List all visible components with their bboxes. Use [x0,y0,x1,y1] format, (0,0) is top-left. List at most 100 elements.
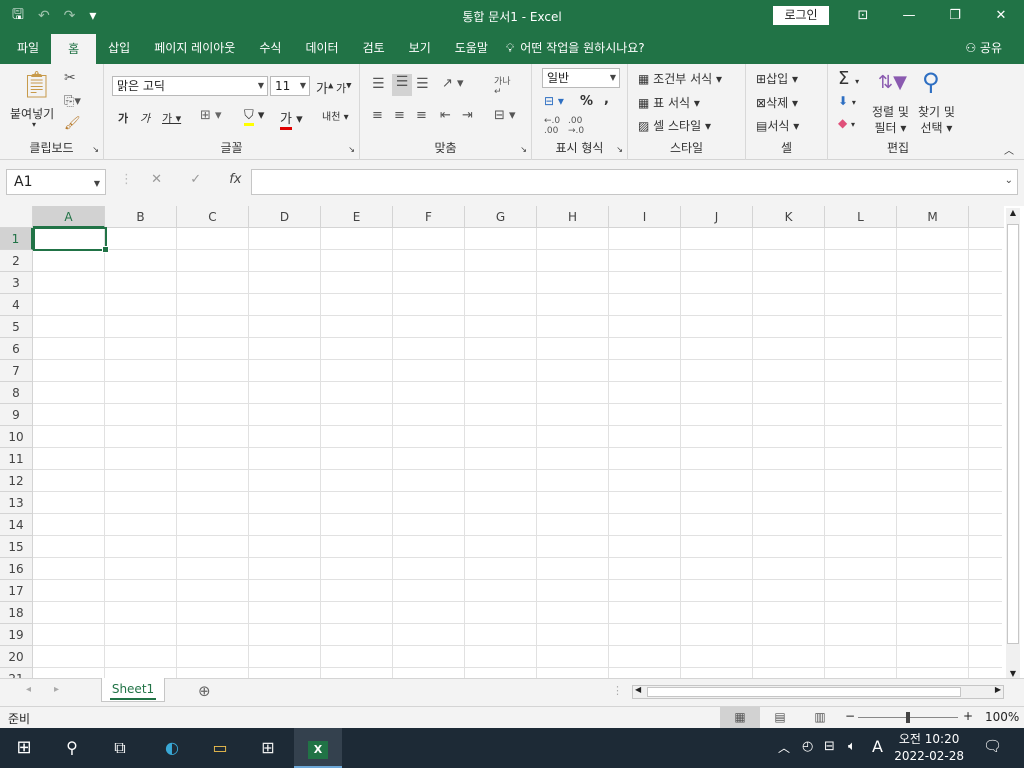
excel-taskbar-icon[interactable]: X [294,728,342,768]
row-header[interactable]: 15 [0,536,33,558]
vertical-scrollbar[interactable]: ▲ ▼ [1006,208,1020,678]
autosum-icon[interactable]: Σ ▾ [838,68,859,89]
task-view-icon[interactable]: ⧉ [96,728,144,768]
column-header[interactable]: K [753,206,825,228]
tab-help[interactable]: 도움말 [443,32,500,64]
decrease-font-size-icon[interactable]: 가▼ [336,80,352,96]
zoom-out-icon[interactable]: − [845,709,855,723]
delete-cells-button[interactable]: ⊠삭제 ▾ [756,94,798,111]
column-header[interactable]: J [681,206,753,228]
page-layout-view-icon[interactable]: ▤ [760,707,800,729]
formula-input[interactable]: ⌄ [251,169,1018,195]
fill-color-icon[interactable]: ⛉ ▾ [244,108,264,126]
insert-cells-button[interactable]: ⊞삽입 ▾ [756,70,798,87]
accounting-format-icon[interactable]: ⊟ ▾ [544,94,564,108]
customize-qat-icon[interactable]: ▾ [89,8,96,24]
row-header[interactable]: 10 [0,426,33,448]
tab-home[interactable]: 홈 [51,34,97,64]
row-header[interactable]: 5 [0,316,33,338]
scroll-down-icon[interactable]: ▼ [1006,669,1020,678]
increase-decimal-icon[interactable]: ←.0.00 [544,116,560,136]
fill-icon[interactable]: ⬇ ▾ [838,94,856,108]
font-size-combo[interactable]: 11 ▼ [270,76,310,96]
show-hidden-icons[interactable]: ︿ [778,739,790,756]
name-box[interactable]: A1 ▼ [6,169,106,195]
column-header[interactable]: D [249,206,321,228]
sheet-tab-sheet1[interactable]: Sheet1 [101,678,165,702]
row-header[interactable]: 14 [0,514,33,536]
normal-view-icon[interactable]: ▦ [720,707,760,729]
align-left-icon[interactable]: ≡ [372,108,383,123]
row-header[interactable]: 9 [0,404,33,426]
align-right-icon[interactable]: ≡ [416,108,427,123]
file-explorer-icon[interactable]: ▭ [196,728,244,768]
row-header[interactable]: 3 [0,272,33,294]
zoom-level[interactable]: 100% [985,710,1019,724]
format-as-table-button[interactable]: ▦ 표 서식 ▾ [638,94,700,111]
middle-align-icon[interactable]: ☰ [392,74,412,96]
percent-style-icon[interactable]: % [580,94,593,109]
bottom-align-icon[interactable]: ☰ [416,76,429,92]
top-align-icon[interactable]: ☰ [372,76,385,92]
expand-formula-icon[interactable]: ⌄ [1005,175,1013,186]
vertical-scroll-thumb[interactable] [1007,224,1019,644]
tell-me-box[interactable]: 어떤 작업을 원하시나요? [514,32,656,64]
horizontal-scroll-thumb[interactable] [647,687,961,697]
network-icon[interactable]: ⊟ [824,739,835,754]
scroll-left-icon[interactable]: ◀ [635,685,641,694]
number-format-combo[interactable]: 일반 ▼ [542,68,620,88]
volume-icon[interactable]: 🔈︎ [848,739,856,754]
scroll-right-icon[interactable]: ▶ [995,685,1001,694]
clear-icon[interactable]: ◆ ▾ [838,116,855,130]
zoom-slider[interactable] [858,712,958,723]
insert-function-icon[interactable]: fx [229,172,241,187]
row-header[interactable]: 7 [0,360,33,382]
cut-icon[interactable]: ✂ [64,70,76,86]
tab-data[interactable]: 데이터 [293,32,350,64]
login-button[interactable]: 로그인 [773,6,829,25]
merge-center-icon[interactable]: ⊟ ▾ [494,108,516,123]
paste-icon[interactable]: 📋︎ [20,70,53,100]
cell-area[interactable] [33,228,1002,678]
row-header[interactable]: 21 [0,668,33,678]
borders-icon[interactable]: ⊞ ▾ [200,108,222,123]
tab-view[interactable]: 보기 [397,32,443,64]
collapse-ribbon-icon[interactable]: ︿ [1004,142,1014,157]
column-header[interactable]: H [537,206,609,228]
cancel-icon[interactable]: ✕ [151,172,162,187]
enter-icon[interactable]: ✓ [190,172,201,187]
select-all-corner[interactable] [0,206,33,228]
row-header[interactable]: 19 [0,624,33,646]
font-launcher-icon[interactable]: ↘ [348,145,355,154]
column-header[interactable]: F [393,206,465,228]
notifications-icon[interactable]: 🗨︎ [983,737,1002,755]
prev-sheet-icon[interactable]: ◂ [26,684,31,695]
row-header[interactable]: 4 [0,294,33,316]
row-header[interactable]: 12 [0,470,33,492]
decrease-indent-icon[interactable]: ⇤ [440,108,451,123]
row-header[interactable]: 16 [0,558,33,580]
windows-start-icon[interactable]: ⊞ [0,728,48,768]
alignment-launcher-icon[interactable]: ↘ [520,145,527,154]
column-header[interactable]: C [177,206,249,228]
increase-indent-icon[interactable]: ⇥ [462,108,473,123]
conditional-formatting-button[interactable]: ▦ 조건부 서식 ▾ [638,70,722,87]
zoom-slider-knob[interactable] [906,712,910,723]
italic-icon[interactable]: 가 [140,110,150,126]
tab-formulas[interactable]: 수식 [247,32,293,64]
format-cells-button[interactable]: ▤서식 ▾ [756,117,799,134]
row-header[interactable]: 6 [0,338,33,360]
font-name-combo[interactable]: 맑은 고딕 ▼ [112,76,268,96]
sort-filter-button[interactable]: 정렬 및 필터 ▾ [872,104,909,136]
increase-font-size-icon[interactable]: 가▲ [316,78,333,97]
row-header[interactable]: 17 [0,580,33,602]
row-header[interactable]: 8 [0,382,33,404]
edge-browser-icon[interactable]: ◐ [148,728,196,768]
underline-icon[interactable]: 가 ▾ [162,110,181,126]
column-header[interactable]: A [33,206,105,228]
tab-review[interactable]: 검토 [351,32,397,64]
row-header[interactable]: 11 [0,448,33,470]
store-icon[interactable]: ⊞ [244,728,292,768]
row-header[interactable]: 2 [0,250,33,272]
zoom-in-icon[interactable]: + [963,709,973,723]
